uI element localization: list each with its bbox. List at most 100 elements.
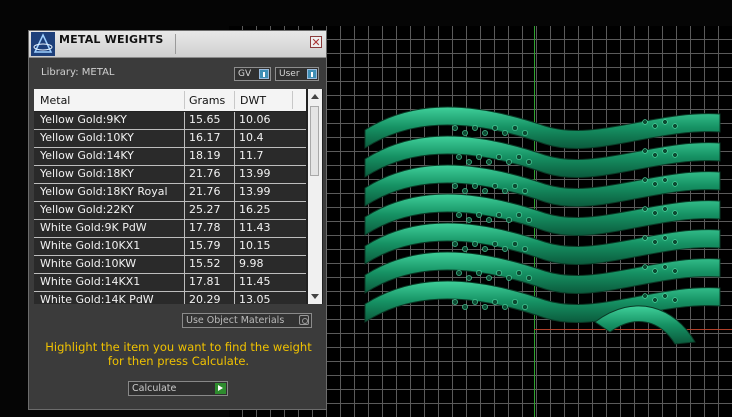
table-row[interactable]: White Gold:14KX1 17.81 11.45 xyxy=(34,274,306,292)
app-logo-icon xyxy=(31,32,55,56)
table-row[interactable]: White Gold:14K PdW 20.29 13.05 xyxy=(34,292,306,304)
column-header-dwt[interactable]: DWT xyxy=(240,94,266,107)
gem-setting xyxy=(652,239,658,245)
gem-setting xyxy=(472,241,478,247)
gem-setting xyxy=(472,183,478,189)
gem-setting xyxy=(482,246,488,252)
gem-setting xyxy=(522,188,528,194)
gem-setting xyxy=(482,188,488,194)
table-row[interactable]: Yellow Gold:10KY 16.17 10.4 xyxy=(34,130,306,148)
gem-setting xyxy=(466,275,472,281)
gem-setting xyxy=(476,154,482,160)
user-label: User xyxy=(279,69,300,79)
gem-setting xyxy=(492,183,498,189)
user-checkbox[interactable]: User xyxy=(275,67,319,81)
table-row[interactable]: White Gold:10KW 15.52 9.98 xyxy=(34,256,306,274)
gv-checkbox[interactable]: GV xyxy=(234,67,271,81)
calculate-button[interactable]: Calculate xyxy=(128,381,228,396)
gem-setting xyxy=(652,268,658,274)
table-row[interactable]: Yellow Gold:18KY 21.76 13.99 xyxy=(34,166,306,184)
table-row[interactable]: Yellow Gold:18KY Royal 21.76 13.99 xyxy=(34,184,306,202)
metal-table[interactable]: Metal Grams DWT Yellow Gold:9KY 15.65 10.0… xyxy=(34,89,323,304)
gem-setting xyxy=(662,177,668,183)
gem-setting xyxy=(526,275,532,281)
scroll-up-icon[interactable] xyxy=(311,94,319,99)
scroll-down-icon[interactable] xyxy=(311,294,319,299)
gem-setting xyxy=(516,154,522,160)
scroll-thumb[interactable] xyxy=(310,106,319,176)
close-icon[interactable]: ✕ xyxy=(310,36,322,48)
use-object-materials-option[interactable]: Use Object Materials xyxy=(182,313,312,328)
gem-setting xyxy=(476,270,482,276)
table-row[interactable]: Yellow Gold:9KY 15.65 10.06 xyxy=(34,112,306,130)
gem-setting xyxy=(496,154,502,160)
gem-setting xyxy=(642,119,648,125)
gem-setting xyxy=(672,297,678,303)
gem-setting xyxy=(486,275,492,281)
column-header-grams[interactable]: Grams xyxy=(189,94,225,107)
use-object-materials-label: Use Object Materials xyxy=(186,315,285,326)
gem-setting xyxy=(652,181,658,187)
gem-setting xyxy=(672,239,678,245)
gem-setting xyxy=(672,181,678,187)
gem-setting xyxy=(502,246,508,252)
table-row[interactable]: White Gold:9K PdW 17.78 11.43 xyxy=(34,220,306,238)
gem-setting xyxy=(476,212,482,218)
gem-setting xyxy=(512,183,518,189)
gem-setting xyxy=(482,130,488,136)
table-row[interactable]: White Gold:10KX1 15.79 10.15 xyxy=(34,238,306,256)
gem-setting xyxy=(482,304,488,310)
gem-setting xyxy=(642,264,648,270)
gem-setting xyxy=(662,148,668,154)
gem-setting xyxy=(496,270,502,276)
gem-setting xyxy=(502,188,508,194)
gem-setting xyxy=(512,299,518,305)
gem-setting xyxy=(652,123,658,129)
checked-icon xyxy=(307,69,317,79)
gem-setting xyxy=(642,206,648,212)
metal-weights-panel: METAL WEIGHTS ✕ Library: METAL GV User M… xyxy=(28,30,327,410)
panel-title: METAL WEIGHTS xyxy=(59,33,164,46)
library-label: Library: METAL xyxy=(41,67,115,78)
gem-setting xyxy=(462,188,468,194)
gem-setting xyxy=(652,210,658,216)
table-row[interactable]: Yellow Gold:14KY 18.19 11.7 xyxy=(34,148,306,166)
gem-setting xyxy=(642,177,648,183)
gem-setting xyxy=(486,159,492,165)
gem-setting xyxy=(522,304,528,310)
gem-setting xyxy=(672,123,678,129)
gem-setting xyxy=(642,148,648,154)
gem-setting xyxy=(662,119,668,125)
gem-setting xyxy=(522,246,528,252)
gem-setting xyxy=(652,152,658,158)
column-header-metal[interactable]: Metal xyxy=(40,94,70,107)
gem-setting xyxy=(506,217,512,223)
gem-setting xyxy=(672,268,678,274)
gem-setting xyxy=(466,159,472,165)
gem-setting xyxy=(512,241,518,247)
gem-setting xyxy=(672,210,678,216)
instruction-text: Highlight the item you want to find the … xyxy=(45,340,312,368)
table-body: Yellow Gold:9KY 15.65 10.06 Yellow Gold:10… xyxy=(34,112,306,304)
gem-setting xyxy=(496,212,502,218)
title-separator xyxy=(175,34,176,54)
table-scrollbar[interactable] xyxy=(308,89,322,304)
gem-setting xyxy=(506,159,512,165)
gem-setting xyxy=(452,125,458,131)
title-bar: METAL WEIGHTS ✕ xyxy=(29,31,326,58)
table-row[interactable]: Yellow Gold:22KY 25.27 16.25 xyxy=(34,202,306,220)
gem-setting xyxy=(466,217,472,223)
gem-setting xyxy=(516,270,522,276)
gem-setting xyxy=(662,206,668,212)
gem-setting xyxy=(472,125,478,131)
gem-setting xyxy=(452,183,458,189)
gem-setting xyxy=(526,217,532,223)
gem-setting xyxy=(462,246,468,252)
table-header: Metal Grams DWT xyxy=(34,89,306,111)
gem-setting xyxy=(462,130,468,136)
ring-model[interactable] xyxy=(355,92,731,346)
play-icon xyxy=(215,383,226,394)
gem-setting xyxy=(512,125,518,131)
gem-setting xyxy=(492,125,498,131)
gem-setting xyxy=(516,212,522,218)
